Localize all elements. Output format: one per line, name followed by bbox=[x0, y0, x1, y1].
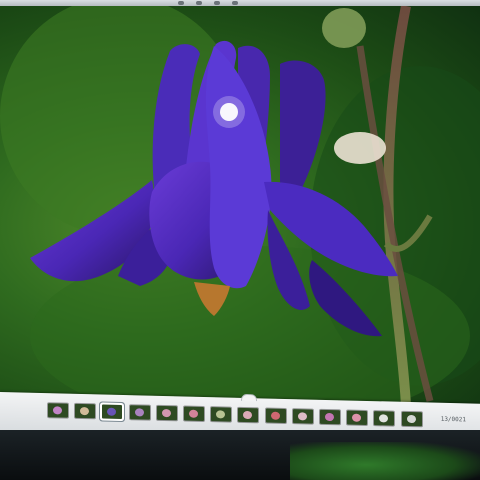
thumb-3[interactable] bbox=[102, 404, 122, 419]
image-counter: 13/0021 bbox=[440, 415, 466, 424]
thumb-12[interactable] bbox=[347, 410, 367, 425]
toolbar-icon[interactable] bbox=[214, 1, 220, 5]
thumb-7[interactable] bbox=[211, 407, 231, 422]
thumb-1[interactable] bbox=[48, 403, 68, 418]
desktop-background bbox=[0, 430, 480, 480]
thumb-9[interactable] bbox=[266, 408, 286, 423]
filmstrip-handle[interactable] bbox=[241, 393, 257, 402]
toolbar-icon[interactable] bbox=[196, 1, 202, 5]
toolbar-icon[interactable] bbox=[178, 1, 184, 5]
thumb-2[interactable] bbox=[75, 403, 95, 419]
thumb-10[interactable] bbox=[293, 409, 313, 424]
background-glow bbox=[290, 442, 480, 480]
thumb-13[interactable] bbox=[374, 411, 394, 426]
thumb-4[interactable] bbox=[130, 405, 150, 420]
thumb-5[interactable] bbox=[157, 405, 177, 421]
thumb-11[interactable] bbox=[320, 409, 340, 425]
flower-image bbox=[0, 6, 480, 406]
thumb-8[interactable] bbox=[238, 407, 258, 423]
toolbar-icon[interactable] bbox=[232, 1, 238, 5]
main-photo[interactable] bbox=[0, 6, 480, 406]
thumb-6[interactable] bbox=[184, 406, 204, 421]
thumb-14[interactable] bbox=[402, 411, 422, 427]
